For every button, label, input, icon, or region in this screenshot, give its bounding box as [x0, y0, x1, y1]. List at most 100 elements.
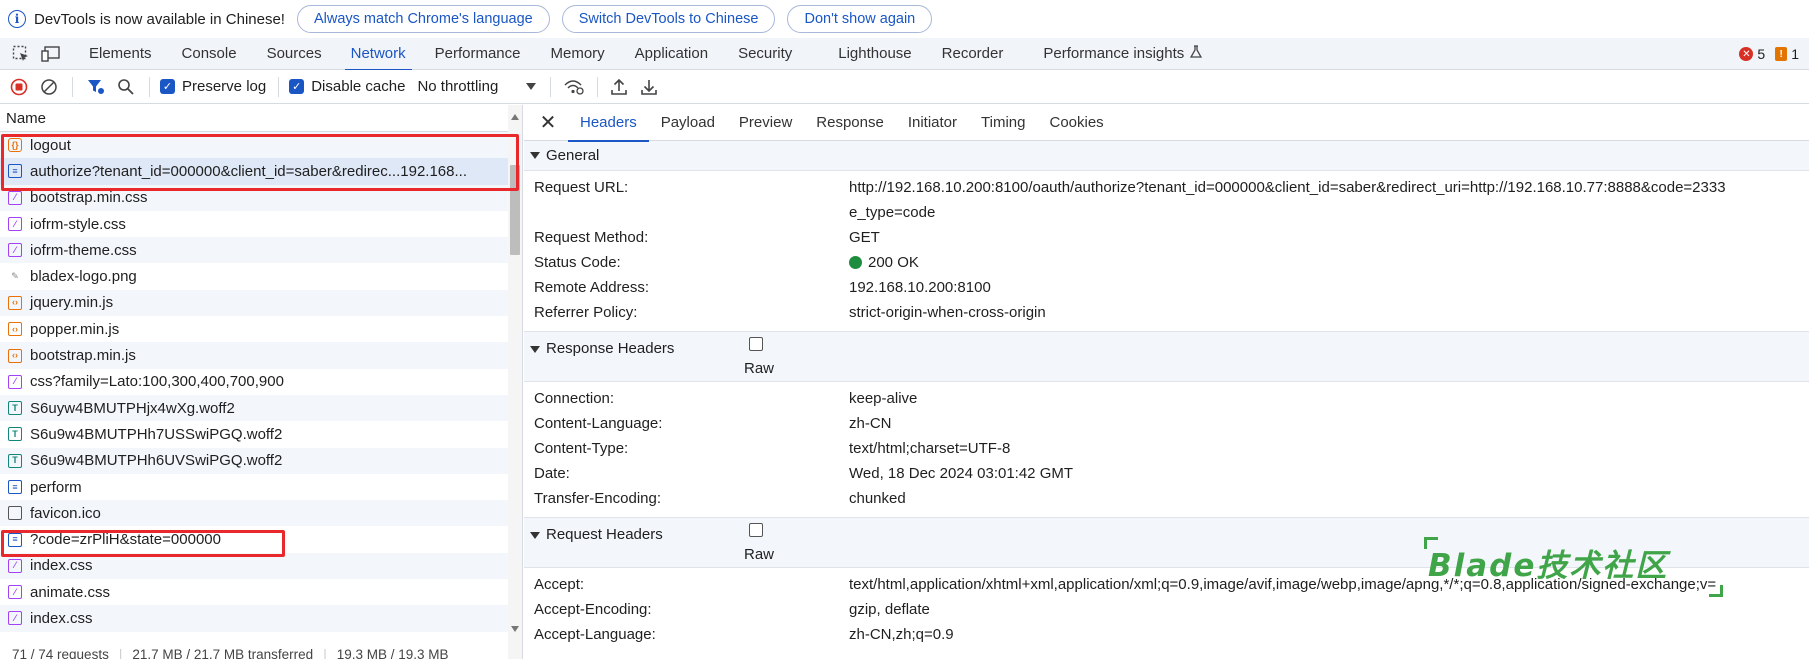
- always-match-language-button[interactable]: Always match Chrome's language: [296, 5, 550, 33]
- expand-caret-icon: [530, 152, 540, 159]
- request-row[interactable]: ⁄ iofrm-theme.css: [0, 237, 522, 264]
- inspect-element-icon[interactable]: [10, 43, 32, 65]
- request-row[interactable]: T S6u9w4BMUTPHh6UVSwiPGQ.woff2: [0, 447, 522, 474]
- request-row[interactable]: ⁄ css?family=Lato:100,300,400,700,900: [0, 369, 522, 395]
- throttling-select[interactable]: No throttling: [417, 78, 537, 95]
- issue-badges[interactable]: ✕ 5 ! 1: [1739, 38, 1799, 70]
- expand-caret-icon: [530, 532, 540, 539]
- tab-response[interactable]: Response: [804, 105, 896, 141]
- network-conditions-icon[interactable]: [563, 78, 585, 96]
- document-icon: ≡: [8, 164, 22, 179]
- response-header-fields: Connection: keep-alive Content-Language: z…: [524, 382, 1809, 518]
- script-icon: ‹›: [8, 295, 22, 310]
- tab-headers[interactable]: Headers: [568, 105, 649, 142]
- preserve-log-checkbox[interactable]: ✓ Preserve log: [160, 78, 266, 95]
- request-row[interactable]: ‹› popper.min.js: [0, 316, 522, 342]
- tab-lighthouse[interactable]: Lighthouse: [838, 38, 911, 70]
- tab-performance[interactable]: Performance: [435, 38, 521, 70]
- tab-elements[interactable]: Elements: [89, 38, 152, 70]
- request-row[interactable]: ⁄ animate.css: [0, 579, 522, 605]
- name-column-header[interactable]: Name: [0, 105, 522, 132]
- import-har-icon[interactable]: [610, 78, 628, 96]
- tab-performance-insights-label: Performance insights: [1043, 45, 1185, 62]
- warning-count: ! 1: [1775, 46, 1799, 62]
- request-row[interactable]: ≡ authorize?tenant_id=000000&client_id=sa…: [0, 158, 522, 185]
- stop-recording-icon[interactable]: [10, 78, 28, 96]
- request-row[interactable]: ‹› jquery.min.js: [0, 289, 522, 317]
- warning-icon: !: [1775, 47, 1788, 61]
- request-name: animate.css: [30, 583, 111, 601]
- dont-show-again-button[interactable]: Don't show again: [787, 5, 933, 33]
- filter-icon[interactable]: [87, 78, 105, 96]
- tab-performance-insights[interactable]: Performance insights: [1043, 38, 1203, 70]
- font-icon: T: [8, 453, 22, 468]
- stylesheet-icon: ⁄: [8, 558, 22, 573]
- header-row: Content-Type: text/html;charset=UTF-8: [534, 440, 1011, 457]
- image-icon: ✎: [11, 271, 19, 282]
- request-row[interactable]: ≡ ?code=zrPliH&state=000000: [0, 526, 522, 552]
- switch-to-chinese-button[interactable]: Switch DevTools to Chinese: [561, 5, 776, 33]
- watermark-text: Blade技术社区: [1428, 548, 1669, 584]
- request-row[interactable]: favicon.ico: [0, 500, 522, 527]
- export-har-icon[interactable]: [640, 78, 658, 96]
- request-name: index.css: [30, 609, 93, 627]
- response-headers-section-header[interactable]: Response Headers Raw: [524, 332, 1809, 382]
- disable-cache-checkbox[interactable]: ✓ Disable cache: [289, 78, 405, 95]
- tab-application[interactable]: Application: [635, 38, 708, 70]
- request-row[interactable]: {} logout: [0, 132, 522, 159]
- request-row[interactable]: ⁄ index.css: [0, 552, 522, 580]
- tab-preview[interactable]: Preview: [727, 105, 804, 141]
- request-url-row-continued: e_type=code: [849, 204, 936, 221]
- checkbox-checked-icon: ✓: [289, 79, 305, 94]
- referrer-policy-row: Referrer Policy: strict-origin-when-cross…: [534, 304, 1046, 321]
- request-row[interactable]: ⁄ iofrm-style.css: [0, 211, 522, 237]
- tab-cookies[interactable]: Cookies: [1037, 105, 1115, 141]
- request-list-scrollbar[interactable]: [508, 105, 522, 659]
- expand-caret-icon: [530, 346, 540, 353]
- status-ok-icon: [849, 256, 862, 269]
- tab-sources[interactable]: Sources: [267, 38, 322, 70]
- tab-initiator[interactable]: Initiator: [896, 105, 969, 141]
- scroll-thumb[interactable]: [510, 165, 520, 255]
- font-icon: T: [8, 401, 22, 416]
- search-icon[interactable]: [117, 78, 135, 96]
- header-row: Date: Wed, 18 Dec 2024 03:01:42 GMT: [534, 465, 1074, 482]
- close-icon[interactable]: ✕: [538, 112, 558, 134]
- request-row[interactable]: ⁄ index.css: [0, 605, 522, 632]
- tab-memory[interactable]: Memory: [551, 38, 605, 70]
- device-toolbar-icon[interactable]: [40, 43, 62, 65]
- request-row[interactable]: ‹› bootstrap.min.js: [0, 342, 522, 369]
- tab-security[interactable]: Security: [738, 38, 792, 70]
- tab-console[interactable]: Console: [182, 38, 237, 70]
- stylesheet-icon: ⁄: [8, 217, 22, 232]
- toolbar-divider: [149, 76, 150, 97]
- general-section-header[interactable]: General: [524, 141, 1809, 171]
- devtools-tab-bar: Elements Console Sources Network Perform…: [0, 38, 1809, 71]
- request-row[interactable]: T S6uyw4BMUTPHjx4wXg.woff2: [0, 394, 522, 422]
- error-icon: ✕: [1739, 47, 1754, 61]
- script-icon: ‹›: [8, 322, 22, 337]
- request-row[interactable]: T S6u9w4BMUTPHh7USSwiPGQ.woff2: [0, 421, 522, 447]
- tab-network[interactable]: Network: [344, 38, 412, 71]
- raw-checkbox[interactable]: [749, 523, 763, 537]
- remote-address-row: Remote Address: 192.168.10.200:8100: [534, 279, 991, 296]
- status-code-row: Status Code: 200 OK: [534, 254, 919, 271]
- request-row[interactable]: ✎ bladex-logo.png: [0, 263, 522, 289]
- raw-checkbox[interactable]: [749, 337, 763, 351]
- request-name: jquery.min.js: [30, 294, 114, 312]
- scroll-up-arrow-icon[interactable]: [511, 114, 519, 120]
- detail-tab-bar: ✕ Headers Payload Preview Response Initi…: [524, 105, 1809, 142]
- header-row: Accept-Encoding: gzip, deflate: [534, 601, 930, 618]
- request-row[interactable]: ⁄ bootstrap.min.css: [0, 184, 522, 211]
- raw-label: Raw: [744, 546, 775, 563]
- other-file-icon: [8, 506, 22, 521]
- stylesheet-icon: ⁄: [8, 243, 22, 258]
- clear-icon[interactable]: [40, 78, 58, 96]
- request-list: Name {} logout ≡ authorize?tenant_id=000000…: [0, 105, 523, 659]
- tab-recorder[interactable]: Recorder: [942, 38, 1004, 70]
- tab-timing[interactable]: Timing: [969, 105, 1037, 141]
- scroll-down-arrow-icon[interactable]: [511, 626, 519, 632]
- fetch-icon: {}: [8, 138, 22, 153]
- request-row[interactable]: ≡ perform: [0, 474, 522, 500]
- tab-payload[interactable]: Payload: [649, 105, 727, 141]
